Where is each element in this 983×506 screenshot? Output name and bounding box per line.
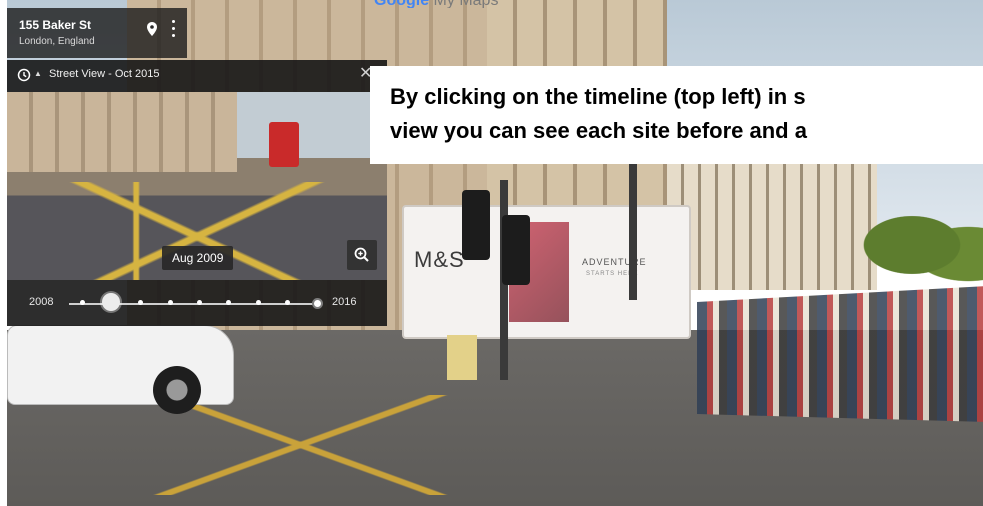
more-vert-icon[interactable] bbox=[171, 20, 177, 40]
timeline-panel: ▲ Street View - Oct 2015 ✕ Aug 2009 2008… bbox=[7, 60, 387, 326]
delivery-truck: M&S ADVENTURE STARTS HERE bbox=[402, 205, 691, 339]
place-name: 155 Baker St bbox=[19, 18, 92, 32]
mymaps-watermark: Google My Maps bbox=[372, 0, 572, 8]
timeline-start-year: 2008 bbox=[29, 296, 54, 308]
selected-date-label: Aug 2009 bbox=[162, 246, 234, 270]
caption-line-1: By clicking on the timeline (top left) i… bbox=[390, 84, 806, 109]
slider-stop[interactable] bbox=[255, 300, 261, 305]
mymaps-label: My Maps bbox=[429, 0, 499, 8]
slider-stop[interactable] bbox=[167, 300, 173, 305]
van-wheel bbox=[153, 366, 201, 414]
preview-building bbox=[7, 92, 237, 172]
google-logo-text: Google bbox=[374, 0, 429, 8]
box-junction-markings bbox=[7, 395, 607, 495]
hotel-facade bbox=[667, 150, 877, 290]
slider-current-stop[interactable] bbox=[311, 298, 323, 309]
location-card: 155 Baker St London, England bbox=[7, 8, 187, 58]
timeline-title: Street View - Oct 2015 bbox=[49, 68, 160, 80]
zoom-in-icon[interactable] bbox=[347, 240, 377, 270]
caption-line-2: view you can see each site before and a bbox=[390, 118, 807, 143]
history-icon[interactable] bbox=[17, 68, 31, 82]
preview-bus bbox=[269, 122, 299, 167]
timeline-slider[interactable]: 2008 2016 bbox=[7, 282, 387, 326]
traffic-light bbox=[502, 215, 530, 285]
slider-stop[interactable] bbox=[79, 300, 85, 305]
slider-thumb[interactable] bbox=[102, 293, 121, 311]
pin-icon[interactable] bbox=[147, 22, 157, 36]
white-van bbox=[7, 325, 234, 414]
timeline-end-year: 2016 bbox=[332, 296, 357, 308]
timeline-header: ▲ Street View - Oct 2015 ✕ bbox=[7, 60, 387, 92]
bollard bbox=[447, 335, 477, 380]
caret-up-icon[interactable]: ▲ bbox=[34, 69, 42, 78]
place-subtitle: London, England bbox=[19, 36, 95, 47]
pedestrian-crowd bbox=[697, 286, 983, 422]
trees bbox=[862, 200, 983, 290]
slider-stop[interactable] bbox=[197, 300, 202, 305]
truck-brand-text: M&S bbox=[414, 247, 465, 272]
lamp-post bbox=[629, 160, 637, 300]
instruction-caption: By clicking on the timeline (top left) i… bbox=[370, 66, 983, 164]
traffic-light bbox=[462, 190, 490, 260]
